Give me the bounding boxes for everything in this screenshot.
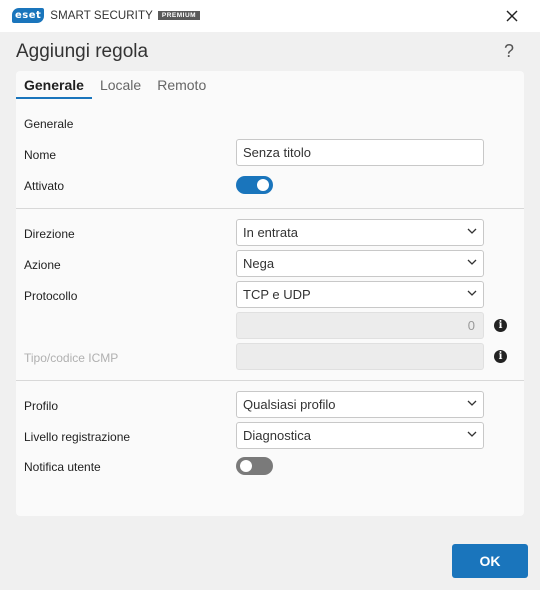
close-button[interactable] (502, 6, 522, 26)
dialog-title: Aggiungi regola (16, 41, 149, 62)
close-icon (506, 10, 518, 22)
name-input[interactable]: Senza titolo (236, 139, 484, 166)
direction-select[interactable]: In entrata (236, 219, 484, 246)
toggle-knob (240, 460, 252, 472)
notify-label: Notifica utente (24, 460, 101, 474)
title-bar: eset SMART SECURITY PREMIUM (0, 0, 540, 32)
action-label: Azione (24, 258, 61, 272)
protocol-value: TCP e UDP (243, 287, 311, 302)
enabled-label: Attivato (24, 179, 65, 193)
chevron-down-icon (467, 431, 477, 437)
protocol-number-input: 0 (236, 312, 484, 339)
chevron-down-icon (467, 290, 477, 296)
icmp-label: Tipo/codice ICMP (24, 351, 119, 365)
enabled-toggle[interactable] (236, 176, 273, 194)
icmp-input (236, 343, 484, 370)
notify-toggle[interactable] (236, 457, 273, 475)
info-icon[interactable]: i (494, 319, 507, 332)
section-heading: Generale (24, 117, 74, 131)
ok-button[interactable]: OK (452, 544, 528, 578)
tab-generale[interactable]: Generale (16, 71, 92, 99)
log-level-value: Diagnostica (243, 428, 311, 443)
profile-select[interactable]: Qualsiasi profilo (236, 391, 484, 418)
product-name: SMART SECURITY (50, 9, 153, 22)
profile-value: Qualsiasi profilo (243, 397, 336, 412)
info-icon[interactable]: i (494, 350, 507, 363)
divider (16, 208, 524, 209)
log-level-select[interactable]: Diagnostica (236, 422, 484, 449)
chevron-down-icon (467, 259, 477, 265)
eset-logo: eset SMART SECURITY PREMIUM (12, 8, 201, 23)
divider (16, 380, 524, 381)
tab-remoto[interactable]: Remoto (149, 71, 214, 99)
direction-value: In entrata (243, 225, 298, 240)
profile-label: Profilo (24, 399, 59, 413)
premium-badge: PREMIUM (157, 11, 201, 20)
tab-bar: Generale Locale Remoto (16, 71, 214, 99)
direction-label: Direzione (24, 227, 75, 241)
action-value: Nega (243, 256, 275, 271)
name-label: Nome (24, 148, 57, 162)
protocol-select[interactable]: TCP e UDP (236, 281, 484, 308)
toggle-knob (257, 179, 269, 191)
chevron-down-icon (467, 400, 477, 406)
tab-locale[interactable]: Locale (92, 71, 149, 99)
log-level-label: Livello registrazione (24, 430, 131, 444)
rule-panel: Generale Locale Remoto Generale Nome Sen… (16, 71, 524, 516)
help-button[interactable]: ? (504, 41, 514, 62)
chevron-down-icon (467, 228, 477, 234)
eset-badge: eset (12, 8, 45, 23)
protocol-label: Protocollo (24, 289, 78, 303)
action-select[interactable]: Nega (236, 250, 484, 277)
